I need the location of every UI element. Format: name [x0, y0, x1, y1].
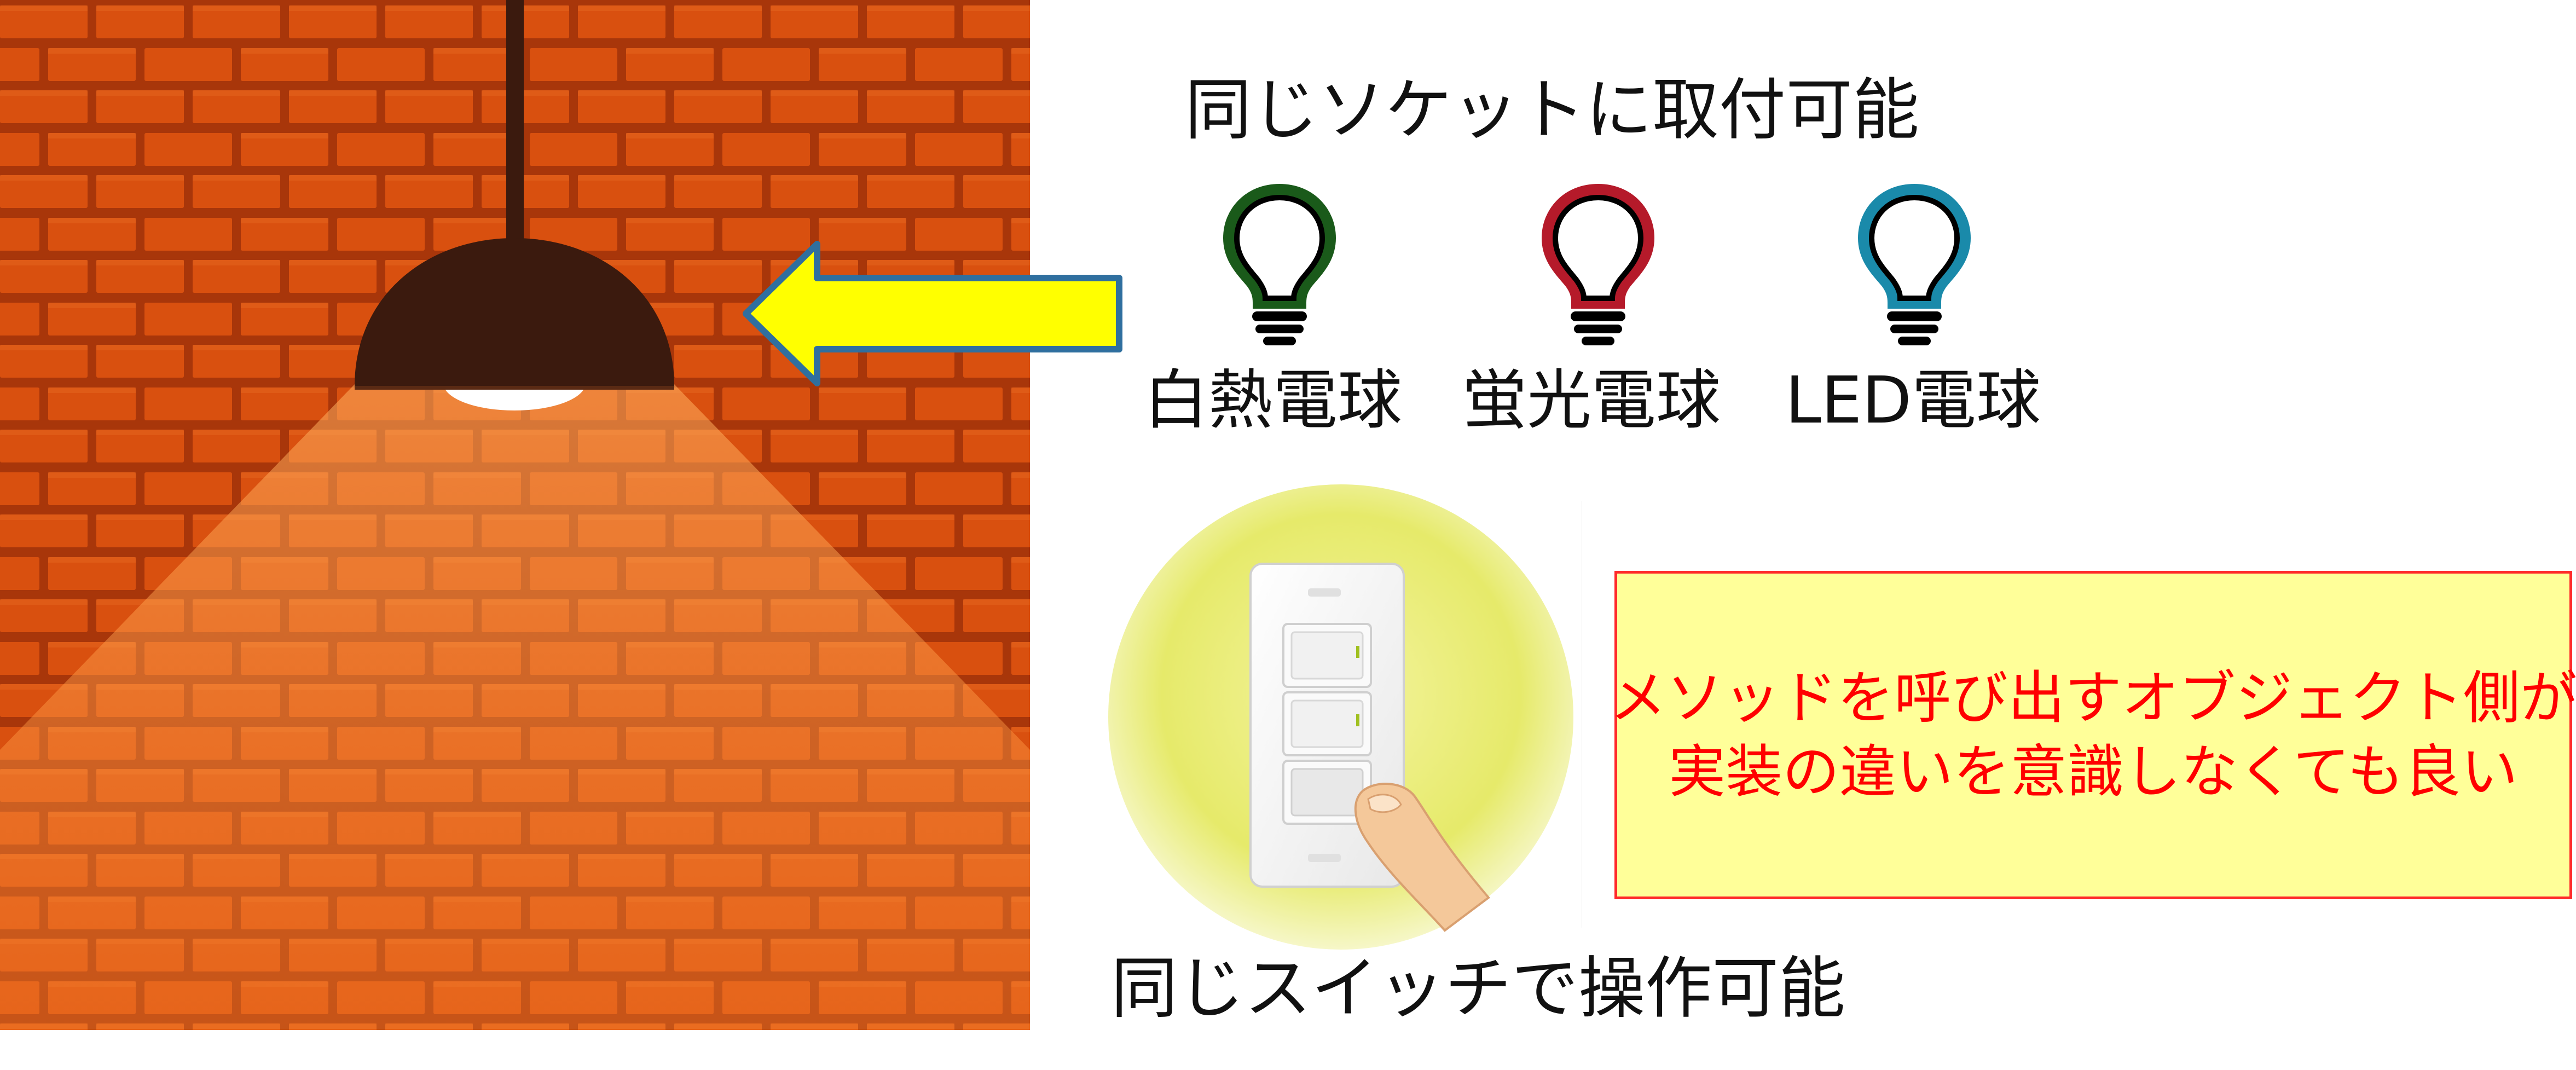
fluorescent-lightbulb-icon [1541, 183, 1655, 345]
bulb-label-incandescent: 白熱電球 [1144, 362, 1403, 438]
bulb-label-led: LED電球 [1785, 362, 2041, 438]
note-box: メソッドを呼び出すオブジェクト側が 実装の違いを意識しなくても良い [1610, 571, 2576, 899]
arrow-left-icon [743, 241, 1122, 386]
note-line-2: 実装の違いを意識しなくても良い [1669, 738, 2518, 805]
wall-switch-icon [1108, 484, 1573, 950]
bulb-label-fluorescent: 蛍光電球 [1462, 362, 1721, 438]
incandescent-lightbulb-icon [1223, 183, 1336, 345]
switch-caption: 同じスイッチで操作可能 [1111, 950, 1845, 1027]
note-line-1: メソッドを呼び出すオブジェクト側が [1610, 664, 2576, 731]
socket-heading: 同じソケットに取付可能 [1185, 71, 1919, 149]
brick-wall-lamp-illustration [0, 0, 1030, 1030]
led-lightbulb-icon [1857, 183, 1971, 345]
